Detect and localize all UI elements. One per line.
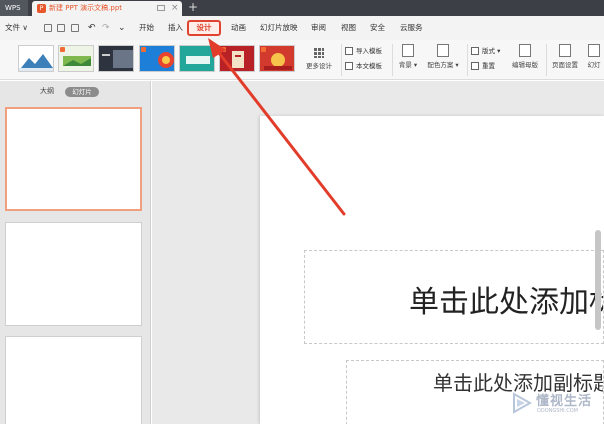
edit-master-label: 编辑母版 [512, 61, 538, 69]
wps-home-tab[interactable]: WPS [0, 0, 28, 16]
close-tab-icon[interactable]: × [171, 1, 179, 16]
slideshow-settings-label: 幻灯 [587, 61, 601, 69]
mountain-design-thumb[interactable] [18, 45, 54, 72]
menu-item-home[interactable]: 开始 [139, 16, 154, 40]
color-scheme-button[interactable]: 配色方案 ▾ [423, 44, 463, 69]
red-festival-design-thumb[interactable] [259, 45, 295, 72]
title-placeholder[interactable]: 单击此处添加标题 [304, 250, 604, 344]
print-icon[interactable] [57, 24, 65, 32]
watermark-play-icon [513, 392, 532, 414]
vertical-scrollbar[interactable] [595, 230, 601, 330]
file-menu[interactable]: 文件 ∨ [5, 16, 28, 40]
customize-toolbar-icon[interactable]: ⌄ [118, 16, 126, 40]
menu-bar: 文件 ∨ ↶ ↷ ⌄ 开始 插入 动画 幻灯片放映 审阅 视图 安全 云服务 [0, 16, 604, 40]
menu-item-slideshow[interactable]: 幻灯片放映 [260, 16, 298, 40]
reset-icon [471, 62, 479, 70]
redo-icon[interactable]: ↷ [102, 16, 110, 40]
background-button[interactable]: 背景 ▾ [397, 44, 419, 69]
layout-label: 版式 ▾ [482, 47, 501, 55]
menu-item-security[interactable]: 安全 [370, 16, 385, 40]
slide-thumbnail-1[interactable] [5, 107, 142, 211]
title-bar: WPS P 新建 PPT 演示文稿.ppt × + [0, 0, 604, 16]
watermark-domain: DDONGSHI.COM [537, 408, 578, 414]
document-tab-title: 新建 PPT 演示文稿.ppt [49, 4, 123, 12]
slides-pane: 大纲 幻灯片 [0, 81, 151, 424]
import-template-label: 导入模板 [356, 47, 382, 55]
edit-master-icon [519, 44, 531, 57]
this-doc-template-label: 本文模板 [356, 62, 382, 70]
print-preview-icon[interactable] [71, 24, 79, 32]
blue-tech-design-thumb[interactable] [139, 45, 175, 72]
color-scheme-icon [437, 44, 449, 57]
more-designs-label: 更多设计 [306, 62, 332, 70]
template-icon [345, 62, 353, 70]
new-tab-button[interactable]: + [188, 0, 198, 15]
import-template-icon [345, 47, 353, 55]
menu-item-animation[interactable]: 动画 [231, 16, 246, 40]
slide-thumbnail-3[interactable] [5, 336, 142, 424]
undo-icon[interactable]: ↶ [88, 16, 96, 40]
menu-item-cloud[interactable]: 云服务 [400, 16, 423, 40]
background-icon [402, 44, 414, 57]
dark-photo-design-thumb[interactable] [98, 45, 134, 72]
green-landscape-design-thumb[interactable] [58, 45, 94, 72]
menu-item-view[interactable]: 视图 [341, 16, 356, 40]
design-ribbon: 更多设计 导入模板 本文模板 背景 ▾ 配色方案 ▾ 版式 ▾ 重置 编辑母版 … [0, 40, 604, 80]
slide-canvas[interactable]: 单击此处添加标题 单击此处添加副标题 [260, 116, 604, 424]
import-template-button[interactable]: 导入模板 [345, 45, 382, 57]
title-placeholder-text: 单击此处添加标题 [409, 285, 603, 320]
layout-icon [471, 47, 479, 55]
document-tab[interactable]: P 新建 PPT 演示文稿.ppt × [32, 1, 182, 16]
page-setup-label: 页面设置 [552, 61, 578, 69]
slideshow-icon [588, 44, 600, 57]
edit-master-button[interactable]: 编辑母版 [508, 44, 542, 69]
reset-label: 重置 [482, 62, 495, 70]
this-doc-template-button[interactable]: 本文模板 [345, 60, 382, 72]
red-chinese-design-thumb[interactable] [219, 45, 255, 72]
layout-button[interactable]: 版式 ▾ [471, 45, 500, 57]
slideshow-settings-button[interactable]: 幻灯 [584, 44, 604, 69]
menu-item-design[interactable]: 设计 [187, 20, 221, 36]
tab-slides[interactable]: 幻灯片 [65, 87, 99, 97]
watermark-name: 懂视生活 [536, 394, 593, 409]
color-scheme-label: 配色方案 ▾ [427, 61, 459, 69]
save-icon[interactable] [44, 24, 52, 32]
monitor-icon[interactable] [157, 5, 165, 11]
watermark-logo: 懂视生活 DDONGSHI.COM [510, 388, 602, 422]
tab-outline[interactable]: 大纲 [40, 86, 54, 96]
pane-tabs: 大纲 幻灯片 [0, 81, 151, 101]
ppt-file-icon: P [37, 4, 46, 13]
page-setup-icon [559, 44, 571, 57]
teal-design-thumb[interactable] [179, 45, 215, 72]
menu-item-review[interactable]: 审阅 [311, 16, 326, 40]
more-designs-button[interactable]: 更多设计 [301, 46, 337, 74]
slide-thumbnail-2[interactable] [5, 222, 142, 326]
page-setup-button[interactable]: 页面设置 [549, 44, 581, 69]
grid-icon [314, 48, 324, 58]
reset-button[interactable]: 重置 [471, 60, 495, 72]
background-label: 背景 ▾ [398, 61, 418, 69]
slide-editing-area: 单击此处添加标题 单击此处添加副标题 [152, 81, 604, 424]
menu-item-insert[interactable]: 插入 [168, 16, 183, 40]
